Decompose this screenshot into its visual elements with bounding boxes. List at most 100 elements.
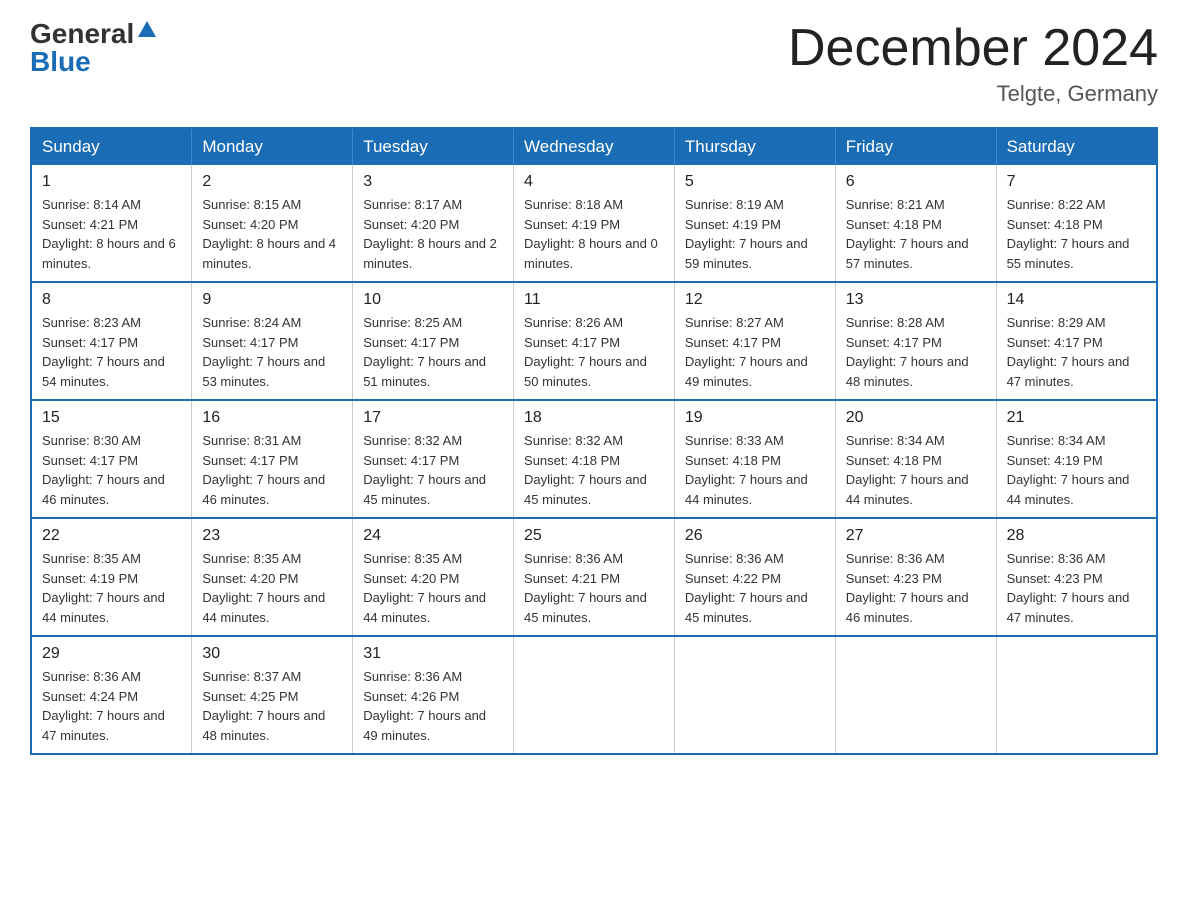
day-number: 24: [363, 527, 503, 545]
logo-general-text: General: [30, 20, 134, 48]
title-section: December 2024 Telgte, Germany: [788, 20, 1158, 107]
day-info: Sunrise: 8:36 AMSunset: 4:23 PMDaylight:…: [1007, 549, 1146, 627]
day-info: Sunrise: 8:31 AMSunset: 4:17 PMDaylight:…: [202, 431, 342, 509]
calendar-week-row: 1 Sunrise: 8:14 AMSunset: 4:21 PMDaylight…: [31, 165, 1157, 282]
calendar-cell: [514, 636, 675, 754]
calendar-cell: 18 Sunrise: 8:32 AMSunset: 4:18 PMDayligh…: [514, 400, 675, 518]
day-number: 5: [685, 173, 825, 191]
calendar-cell: [674, 636, 835, 754]
day-number: 17: [363, 409, 503, 427]
day-number: 26: [685, 527, 825, 545]
calendar-cell: 23 Sunrise: 8:35 AMSunset: 4:20 PMDayligh…: [192, 518, 353, 636]
day-info: Sunrise: 8:36 AMSunset: 4:23 PMDaylight:…: [846, 549, 986, 627]
weekday-header-saturday: Saturday: [996, 128, 1157, 165]
calendar-cell: 6 Sunrise: 8:21 AMSunset: 4:18 PMDaylight…: [835, 165, 996, 282]
calendar-cell: 26 Sunrise: 8:36 AMSunset: 4:22 PMDayligh…: [674, 518, 835, 636]
weekday-header-monday: Monday: [192, 128, 353, 165]
day-info: Sunrise: 8:33 AMSunset: 4:18 PMDaylight:…: [685, 431, 825, 509]
calendar-cell: 19 Sunrise: 8:33 AMSunset: 4:18 PMDayligh…: [674, 400, 835, 518]
weekday-header-thursday: Thursday: [674, 128, 835, 165]
location-label: Telgte, Germany: [788, 81, 1158, 107]
day-number: 15: [42, 409, 181, 427]
day-number: 20: [846, 409, 986, 427]
day-info: Sunrise: 8:22 AMSunset: 4:18 PMDaylight:…: [1007, 195, 1146, 273]
day-number: 1: [42, 173, 181, 191]
day-number: 4: [524, 173, 664, 191]
weekday-header-sunday: Sunday: [31, 128, 192, 165]
day-number: 3: [363, 173, 503, 191]
day-number: 29: [42, 645, 181, 663]
day-info: Sunrise: 8:35 AMSunset: 4:19 PMDaylight:…: [42, 549, 181, 627]
day-info: Sunrise: 8:21 AMSunset: 4:18 PMDaylight:…: [846, 195, 986, 273]
day-info: Sunrise: 8:24 AMSunset: 4:17 PMDaylight:…: [202, 313, 342, 391]
day-info: Sunrise: 8:25 AMSunset: 4:17 PMDaylight:…: [363, 313, 503, 391]
calendar-cell: 22 Sunrise: 8:35 AMSunset: 4:19 PMDayligh…: [31, 518, 192, 636]
day-info: Sunrise: 8:36 AMSunset: 4:24 PMDaylight:…: [42, 667, 181, 745]
calendar-cell: 9Sunrise: 8:24 AMSunset: 4:17 PMDaylight…: [192, 282, 353, 400]
calendar-cell: 5 Sunrise: 8:19 AMSunset: 4:19 PMDaylight…: [674, 165, 835, 282]
day-number: 21: [1007, 409, 1146, 427]
day-number: 6: [846, 173, 986, 191]
day-number: 27: [846, 527, 986, 545]
day-info: Sunrise: 8:32 AMSunset: 4:18 PMDaylight:…: [524, 431, 664, 509]
day-info: Sunrise: 8:29 AMSunset: 4:17 PMDaylight:…: [1007, 313, 1146, 391]
day-info: Sunrise: 8:32 AMSunset: 4:17 PMDaylight:…: [363, 431, 503, 509]
calendar-table: SundayMondayTuesdayWednesdayThursdayFrid…: [30, 127, 1158, 755]
calendar-cell: 7Sunrise: 8:22 AMSunset: 4:18 PMDaylight…: [996, 165, 1157, 282]
day-info: Sunrise: 8:36 AMSunset: 4:26 PMDaylight:…: [363, 667, 503, 745]
weekday-header-tuesday: Tuesday: [353, 128, 514, 165]
day-info: Sunrise: 8:18 AMSunset: 4:19 PMDaylight:…: [524, 195, 664, 273]
calendar-cell: 1 Sunrise: 8:14 AMSunset: 4:21 PMDaylight…: [31, 165, 192, 282]
day-info: Sunrise: 8:37 AMSunset: 4:25 PMDaylight:…: [202, 667, 342, 745]
calendar-week-row: 29 Sunrise: 8:36 AMSunset: 4:24 PMDayligh…: [31, 636, 1157, 754]
calendar-cell: 13Sunrise: 8:28 AMSunset: 4:17 PMDayligh…: [835, 282, 996, 400]
calendar-cell: 30 Sunrise: 8:37 AMSunset: 4:25 PMDayligh…: [192, 636, 353, 754]
day-number: 11: [524, 291, 664, 309]
day-info: Sunrise: 8:14 AMSunset: 4:21 PMDaylight:…: [42, 195, 181, 273]
weekday-header-friday: Friday: [835, 128, 996, 165]
day-number: 31: [363, 645, 503, 663]
day-info: Sunrise: 8:19 AMSunset: 4:19 PMDaylight:…: [685, 195, 825, 273]
day-info: Sunrise: 8:36 AMSunset: 4:21 PMDaylight:…: [524, 549, 664, 627]
calendar-cell: 25 Sunrise: 8:36 AMSunset: 4:21 PMDayligh…: [514, 518, 675, 636]
day-info: Sunrise: 8:15 AMSunset: 4:20 PMDaylight:…: [202, 195, 342, 273]
day-info: Sunrise: 8:27 AMSunset: 4:17 PMDaylight:…: [685, 313, 825, 391]
day-number: 25: [524, 527, 664, 545]
calendar-cell: 31 Sunrise: 8:36 AMSunset: 4:26 PMDayligh…: [353, 636, 514, 754]
day-number: 19: [685, 409, 825, 427]
calendar-cell: 21 Sunrise: 8:34 AMSunset: 4:19 PMDayligh…: [996, 400, 1157, 518]
calendar-cell: 14 Sunrise: 8:29 AMSunset: 4:17 PMDayligh…: [996, 282, 1157, 400]
calendar-week-row: 15 Sunrise: 8:30 AMSunset: 4:17 PMDayligh…: [31, 400, 1157, 518]
day-info: Sunrise: 8:36 AMSunset: 4:22 PMDaylight:…: [685, 549, 825, 627]
day-info: Sunrise: 8:26 AMSunset: 4:17 PMDaylight:…: [524, 313, 664, 391]
calendar-cell: 11 Sunrise: 8:26 AMSunset: 4:17 PMDayligh…: [514, 282, 675, 400]
day-info: Sunrise: 8:35 AMSunset: 4:20 PMDaylight:…: [363, 549, 503, 627]
day-number: 23: [202, 527, 342, 545]
calendar-week-row: 8Sunrise: 8:23 AMSunset: 4:17 PMDaylight…: [31, 282, 1157, 400]
day-info: Sunrise: 8:30 AMSunset: 4:17 PMDaylight:…: [42, 431, 181, 509]
calendar-cell: 20Sunrise: 8:34 AMSunset: 4:18 PMDayligh…: [835, 400, 996, 518]
day-number: 14: [1007, 291, 1146, 309]
calendar-cell: 17 Sunrise: 8:32 AMSunset: 4:17 PMDayligh…: [353, 400, 514, 518]
calendar-cell: 2Sunrise: 8:15 AMSunset: 4:20 PMDaylight…: [192, 165, 353, 282]
day-number: 18: [524, 409, 664, 427]
day-number: 30: [202, 645, 342, 663]
calendar-cell: 12 Sunrise: 8:27 AMSunset: 4:17 PMDayligh…: [674, 282, 835, 400]
calendar-cell: 27 Sunrise: 8:36 AMSunset: 4:23 PMDayligh…: [835, 518, 996, 636]
day-number: 22: [42, 527, 181, 545]
day-info: Sunrise: 8:34 AMSunset: 4:19 PMDaylight:…: [1007, 431, 1146, 509]
day-info: Sunrise: 8:35 AMSunset: 4:20 PMDaylight:…: [202, 549, 342, 627]
weekday-header-wednesday: Wednesday: [514, 128, 675, 165]
logo: General Blue: [30, 20, 158, 76]
calendar-cell: [835, 636, 996, 754]
day-number: 12: [685, 291, 825, 309]
calendar-cell: 24 Sunrise: 8:35 AMSunset: 4:20 PMDayligh…: [353, 518, 514, 636]
day-number: 8: [42, 291, 181, 309]
calendar-cell: 15 Sunrise: 8:30 AMSunset: 4:17 PMDayligh…: [31, 400, 192, 518]
calendar-cell: 8Sunrise: 8:23 AMSunset: 4:17 PMDaylight…: [31, 282, 192, 400]
calendar-cell: 16Sunrise: 8:31 AMSunset: 4:17 PMDayligh…: [192, 400, 353, 518]
day-number: 10: [363, 291, 503, 309]
page-header: General Blue December 2024 Telgte, Germa…: [30, 20, 1158, 107]
day-info: Sunrise: 8:17 AMSunset: 4:20 PMDaylight:…: [363, 195, 503, 273]
calendar-cell: 28Sunrise: 8:36 AMSunset: 4:23 PMDayligh…: [996, 518, 1157, 636]
